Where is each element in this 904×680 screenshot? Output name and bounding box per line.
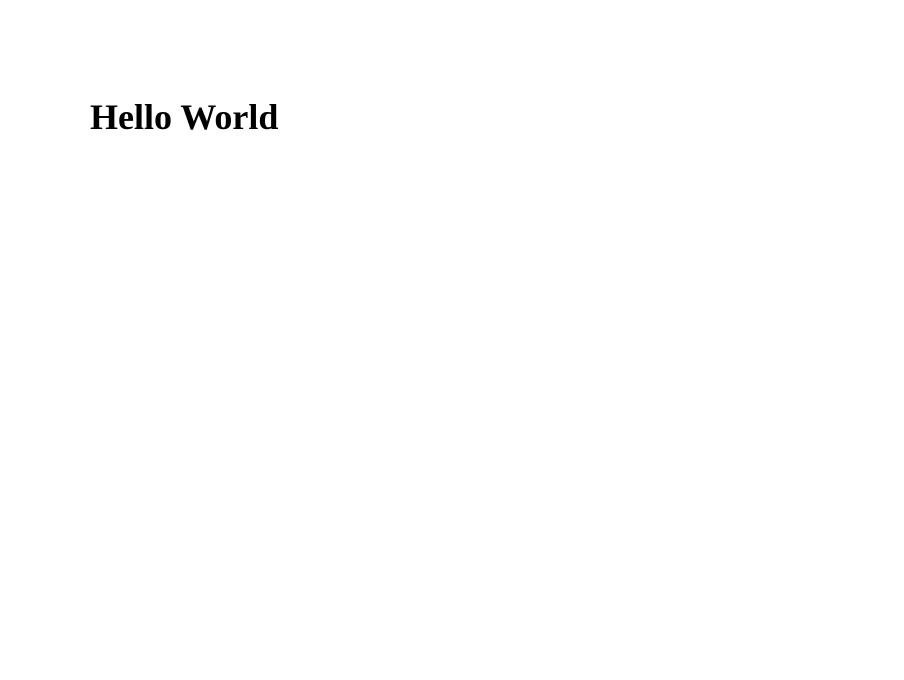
page-content: Hello World	[0, 0, 904, 235]
page-title: Hello World	[90, 96, 814, 139]
